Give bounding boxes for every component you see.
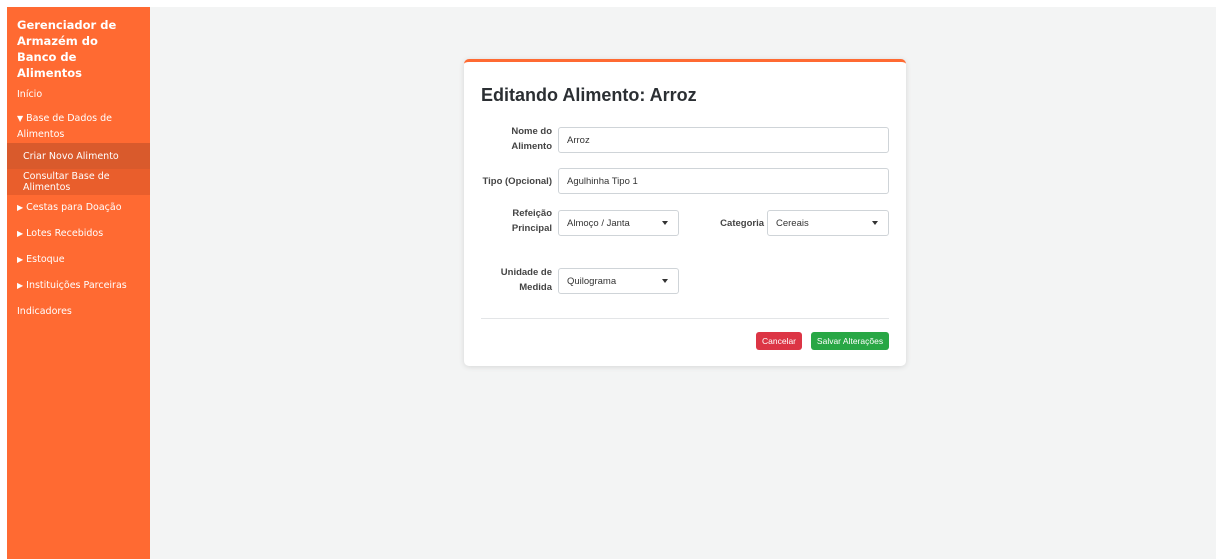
submenu-base-dados: Criar Novo Alimento Consultar Base de Al… (7, 143, 150, 195)
unidade-label: Unidade de Medida (500, 267, 552, 293)
categoria-select[interactable]: Cereais (767, 210, 889, 236)
sidebar-item-label: Indicadores (17, 306, 72, 317)
cancel-button[interactable]: Cancelar (756, 332, 802, 350)
chevron-down-icon (872, 221, 878, 225)
unidade-value: Quilograma (567, 275, 617, 287)
sidebar-item-instituicoes[interactable]: ▶ Instituições Parceiras (7, 273, 150, 299)
sidebar-item-label: Instituições Parceiras (26, 280, 127, 291)
sidebar-item-label: Cestas para Doação (26, 202, 122, 213)
tipo-label: Tipo (Opcional) (482, 176, 553, 187)
nome-input[interactable]: Arroz (558, 127, 889, 153)
sidebar-item-indicadores[interactable]: Indicadores (7, 299, 150, 325)
sidebar-item-label: Estoque (26, 254, 65, 265)
sidebar-item-base-dados[interactable]: ▼ Base de Dados de Alimentos (7, 108, 150, 143)
sidebar-item-inicio[interactable]: Início (7, 82, 150, 108)
caret-down-icon: ▼ (17, 114, 24, 123)
refeicao-label: Refeição Principal (511, 208, 552, 234)
tipo-value: Agulhinha Tipo 1 (567, 175, 638, 187)
sidebar-subitem-criar[interactable]: Criar Novo Alimento (7, 143, 150, 169)
caret-right-icon: ▶ (17, 229, 24, 238)
edit-food-card: Editando Alimento: Arroz Nome do Aliment… (464, 59, 906, 366)
caret-right-icon: ▶ (17, 281, 24, 290)
caret-right-icon: ▶ (17, 203, 24, 212)
page-title: Editando Alimento: Arroz (481, 85, 697, 105)
sidebar-item-lotes[interactable]: ▶ Lotes Recebidos (7, 221, 150, 247)
form-divider (481, 318, 889, 319)
refeicao-value: Almoço / Janta (567, 217, 630, 229)
unidade-select[interactable]: Quilograma (558, 268, 679, 294)
app-brand: Gerenciador de Armazém do Banco de Alime… (17, 18, 117, 80)
categoria-value: Cereais (776, 217, 809, 229)
refeicao-select[interactable]: Almoço / Janta (558, 210, 679, 236)
caret-right-icon: ▶ (17, 255, 24, 264)
sidebar-item-label: Base de Dados de Alimentos (17, 113, 113, 140)
chevron-down-icon (662, 221, 668, 225)
sidebar-item-label: Criar Novo Alimento (23, 150, 119, 162)
sidebar-item-cestas[interactable]: ▶ Cestas para Doação (7, 195, 150, 221)
sidebar-subitem-consultar[interactable]: Consultar Base de Alimentos (7, 169, 150, 195)
sidebar-item-label: Início (17, 89, 43, 100)
sidebar-item-estoque[interactable]: ▶ Estoque (7, 247, 150, 273)
sidebar-item-label: Lotes Recebidos (26, 228, 104, 239)
nome-value: Arroz (567, 134, 590, 146)
save-button[interactable]: Salvar Alterações (811, 332, 889, 350)
nome-label: Nome do Alimento (511, 126, 552, 152)
sidebar: Gerenciador de Armazém do Banco de Alime… (7, 7, 150, 559)
categoria-label: Categoria (720, 218, 764, 229)
chevron-down-icon (662, 279, 668, 283)
sidebar-item-label: Consultar Base de Alimentos (23, 171, 110, 193)
tipo-input[interactable]: Agulhinha Tipo 1 (558, 168, 889, 194)
